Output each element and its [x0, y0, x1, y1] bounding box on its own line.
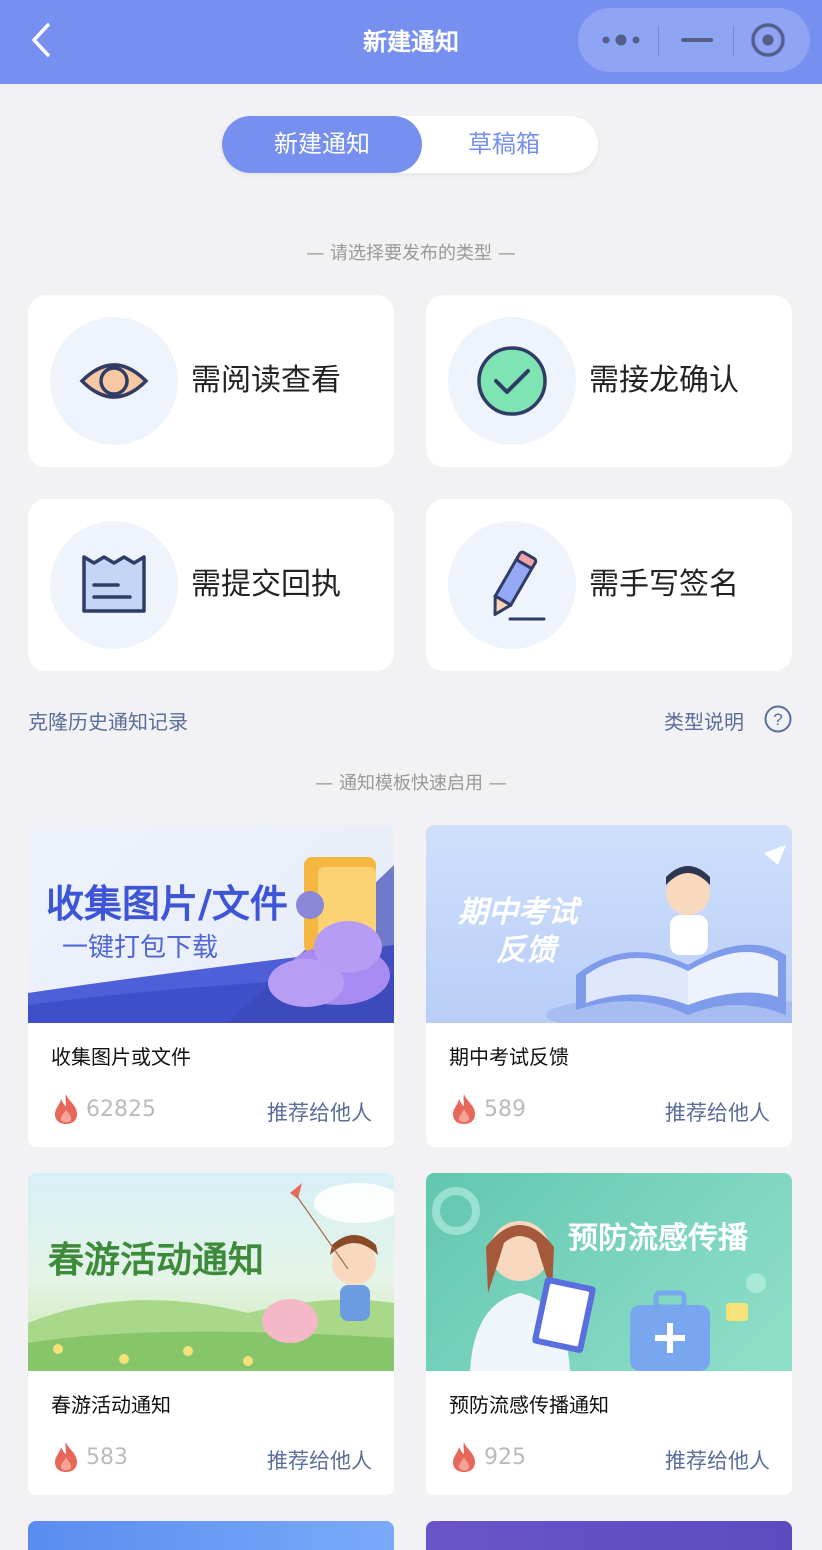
template-banner: 春游活动通知: [28, 1173, 394, 1371]
receipt-icon: [82, 555, 146, 613]
template-name: 期中考试反馈: [449, 1045, 569, 1069]
view-count: 589: [484, 1097, 526, 1122]
template-card[interactable]: 春游活动通知 春游活动通知 583 推荐给他人: [28, 1173, 394, 1495]
template-card[interactable]: 收集图片/文件 一键打包下载 收集图片或文件 62825 推荐给他人: [28, 825, 394, 1147]
template-card[interactable]: 期中考试 反馈 期中考试反馈 589 推荐给他人: [426, 825, 792, 1147]
type-label: 需接龙确认: [589, 363, 739, 398]
type-card-receipt[interactable]: 需提交回执: [28, 499, 394, 671]
template-card-partial[interactable]: [28, 1521, 394, 1550]
type-section-title: — 请选择要发布的类型 —: [306, 243, 516, 264]
recommend-button[interactable]: 推荐给他人: [665, 1097, 770, 1127]
view-count: 925: [484, 1445, 526, 1470]
recommend-button[interactable]: 推荐给他人: [267, 1445, 372, 1475]
recommend-button[interactable]: 推荐给他人: [665, 1445, 770, 1475]
template-card[interactable]: 预防流感传播 预防流感传播通知 925 推荐给他人: [426, 1173, 792, 1495]
template-name: 预防流感传播通知: [449, 1393, 609, 1417]
banner-subtitle: 反馈: [496, 933, 556, 968]
mini-program-capsule: [578, 8, 810, 72]
more-button[interactable]: [578, 8, 655, 72]
view-count: 62825: [86, 1097, 156, 1122]
tab-switcher: 草稿箱 新建通知: [222, 116, 598, 173]
type-help-label: 类型说明: [664, 710, 744, 734]
template-section-title: — 通知模板快速启用 —: [315, 773, 507, 794]
doctor-illustration: [432, 1187, 766, 1371]
more-dots-icon: [602, 34, 640, 46]
clone-history-link[interactable]: 克隆历史通知记录: [28, 706, 188, 735]
tab-drafts[interactable]: 草稿箱: [410, 116, 598, 173]
template-banner: 期中考试 反馈: [426, 825, 792, 1023]
pencil-icon: [493, 550, 546, 621]
view-count: 583: [86, 1445, 128, 1470]
eye-icon: [79, 363, 149, 399]
template-card-partial[interactable]: [426, 1521, 792, 1550]
template-banner: 收集图片/文件 一键打包下载: [28, 825, 394, 1023]
check-circle-icon: [477, 346, 547, 416]
icon-circle: [50, 317, 178, 445]
icon-circle: [448, 521, 576, 649]
type-label: 需手写签名: [589, 567, 739, 602]
type-card-confirm[interactable]: 需接龙确认: [426, 295, 792, 467]
template-name: 收集图片或文件: [51, 1045, 191, 1069]
fire-icon: [55, 1442, 77, 1472]
minimize-button[interactable]: [659, 8, 736, 72]
tab-new-notice[interactable]: 新建通知: [222, 116, 422, 173]
nav-bar: 新建通知: [0, 0, 822, 84]
type-card-signature[interactable]: 需手写签名: [426, 499, 792, 671]
type-card-read[interactable]: 需阅读查看: [28, 295, 394, 467]
type-label: 需提交回执: [191, 567, 341, 602]
fire-icon: [55, 1094, 77, 1124]
type-help-link[interactable]: 类型说明: [664, 706, 744, 735]
type-label: 需阅读查看: [191, 363, 341, 398]
fire-icon: [453, 1094, 475, 1124]
template-name: 春游活动通知: [51, 1393, 171, 1417]
template-banner: 预防流感传播: [426, 1173, 792, 1371]
help-circle-icon[interactable]: ?: [763, 704, 793, 734]
banner-subtitle: 一键打包下载: [62, 933, 219, 963]
banner-title: 春游活动通知: [48, 1240, 265, 1281]
icon-circle: [50, 521, 178, 649]
target-icon: [751, 23, 785, 57]
recommend-button[interactable]: 推荐给他人: [267, 1097, 372, 1127]
svg-text:?: ?: [773, 710, 782, 729]
close-button[interactable]: [734, 8, 811, 72]
banner-title: 预防流感传播: [568, 1221, 748, 1256]
fire-icon: [453, 1442, 475, 1472]
banner-title: 收集图片/文件: [46, 882, 288, 926]
icon-circle: [448, 317, 576, 445]
minus-icon: [681, 38, 713, 42]
